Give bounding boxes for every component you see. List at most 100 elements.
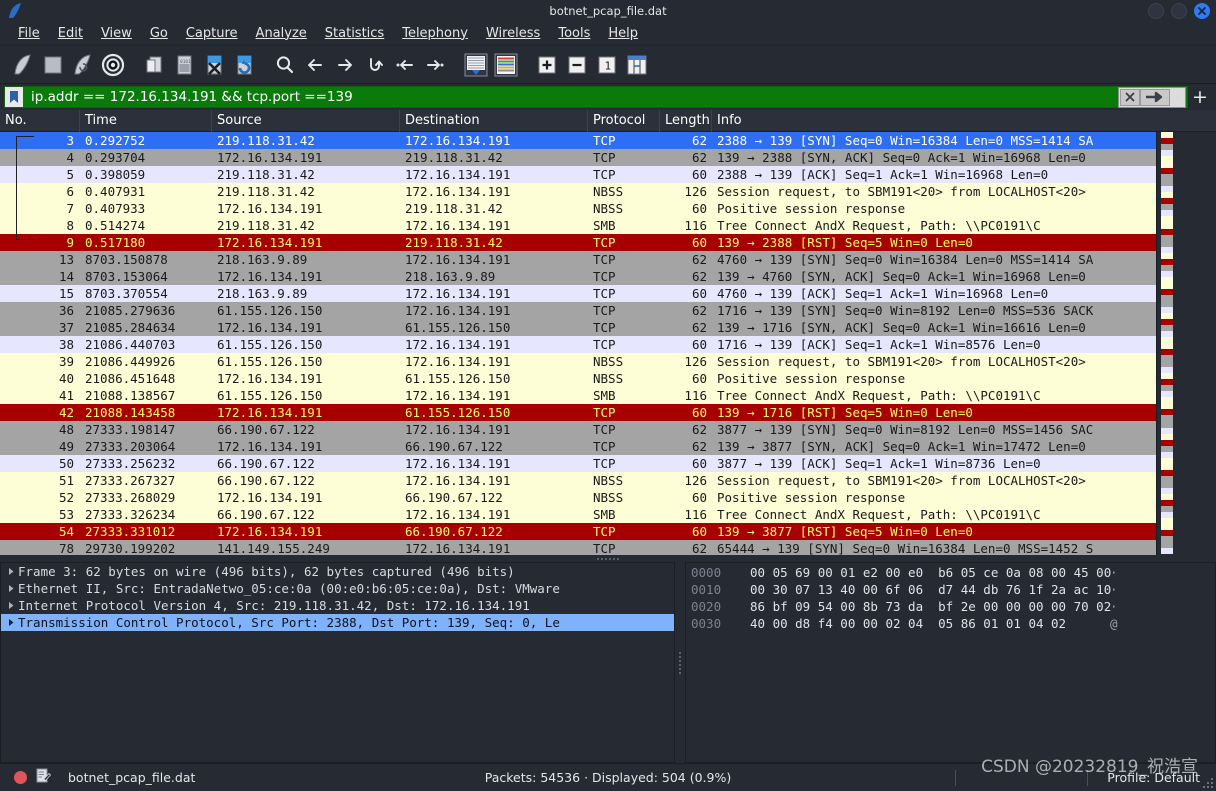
menu-wireless[interactable]: Wireless xyxy=(477,23,549,45)
packet-bytes-pane[interactable]: 0000 00 05 69 00 01 e2 00 e0 b6 05 ce 0a … xyxy=(685,562,1216,763)
table-row[interactable]: 53 27333.326234 66.190.67.122 172.16.134.19… xyxy=(0,506,1216,523)
status-profile[interactable]: Profile: Default xyxy=(1107,770,1200,785)
column-header-time[interactable]: Time xyxy=(80,110,212,132)
close-button[interactable] xyxy=(1194,3,1210,19)
start-capture-icon[interactable] xyxy=(8,50,38,80)
go-forward-icon[interactable] xyxy=(330,50,360,80)
colorize-packets-icon[interactable] xyxy=(491,50,521,80)
packet-list-rows[interactable]: 3 0.292752 219.118.31.42 172.16.134.191 TCP 6… xyxy=(0,132,1216,555)
column-header-length[interactable]: Length xyxy=(660,110,712,132)
minimize-button[interactable] xyxy=(1148,3,1164,19)
bookmark-icon[interactable] xyxy=(5,87,23,107)
hex-dump-row[interactable]: 0000 00 05 69 00 01 e2 00 e0 b6 05 ce 0a … xyxy=(686,564,1215,581)
find-packet-icon[interactable] xyxy=(270,50,300,80)
table-row[interactable]: 3 0.292752 219.118.31.42 172.16.134.191 TCP 6… xyxy=(0,132,1216,149)
zoom-out-icon[interactable] xyxy=(562,50,592,80)
table-row[interactable]: 52 27333.268029 172.16.134.191 66.190.67.12… xyxy=(0,489,1216,506)
menu-tools[interactable]: Tools xyxy=(549,23,599,45)
filter-history-chevron-icon[interactable] xyxy=(1170,89,1184,106)
menu-help[interactable]: Help xyxy=(599,23,647,45)
detail-tree-item[interactable]: Transmission Control Protocol, Src Port:… xyxy=(1,614,674,631)
cell-src: 172.16.134.191 xyxy=(217,405,323,420)
table-row[interactable]: 15 8703.370554 218.163.9.89 172.16.134.191 T… xyxy=(0,285,1216,302)
detail-tree-item[interactable]: Frame 3: 62 bytes on wire (496 bits), 62… xyxy=(1,563,674,580)
display-filter-input[interactable]: ip.addr == 172.16.134.191 && tcp.port ==… xyxy=(4,86,1188,108)
close-file-icon[interactable] xyxy=(199,50,229,80)
table-row[interactable]: 36 21085.279636 61.155.126.150 172.16.134.1… xyxy=(0,302,1216,319)
cell-proto: TCP xyxy=(593,456,616,471)
open-file-icon[interactable] xyxy=(139,50,169,80)
table-row[interactable]: 41 21088.138567 61.155.126.150 172.16.134.1… xyxy=(0,387,1216,404)
hex-dump-row[interactable]: 0010 00 30 07 13 40 00 6f 06 d7 44 db 76 … xyxy=(686,581,1215,598)
go-first-packet-icon[interactable] xyxy=(390,50,420,80)
table-row[interactable]: 9 0.517180 172.16.134.191 219.118.31.42 TCP 6… xyxy=(0,234,1216,251)
table-row[interactable]: 7 0.407933 172.16.134.191 219.118.31.42 NBSS… xyxy=(0,200,1216,217)
menu-file[interactable]: File xyxy=(9,23,49,45)
expand-triangle-icon[interactable] xyxy=(4,567,18,576)
display-filter-value[interactable]: ip.addr == 172.16.134.191 && tcp.port ==… xyxy=(23,89,1118,105)
save-file-icon[interactable]: 0101 xyxy=(169,50,199,80)
table-row[interactable]: 40 21086.451648 172.16.134.191 61.155.126.1… xyxy=(0,370,1216,387)
hex-dump-row[interactable]: 0030 40 00 d8 f4 00 00 02 04 05 86 01 01 … xyxy=(686,615,1215,632)
cell-info: 139 → 1716 [SYN, ACK] Seq=0 Ack=1 Win=16… xyxy=(717,320,1086,335)
resize-columns-icon[interactable] xyxy=(622,50,652,80)
packet-detail-pane[interactable]: Frame 3: 62 bytes on wire (496 bits), 62… xyxy=(0,562,675,763)
menu-go[interactable]: Go xyxy=(141,23,177,45)
zoom-in-icon[interactable] xyxy=(532,50,562,80)
table-row[interactable]: 49 27333.203064 172.16.134.191 66.190.67.12… xyxy=(0,438,1216,455)
expand-triangle-icon[interactable] xyxy=(4,584,18,593)
menu-statistics[interactable]: Statistics xyxy=(316,23,393,45)
vertical-splitter[interactable] xyxy=(675,562,685,763)
hex-dump-row[interactable]: 0020 86 bf 09 54 00 8b 73 da bf 2e 00 00 … xyxy=(686,598,1215,615)
go-to-packet-icon[interactable] xyxy=(360,50,390,80)
go-back-icon[interactable] xyxy=(300,50,330,80)
go-last-packet-icon[interactable] xyxy=(420,50,450,80)
restart-capture-icon[interactable] xyxy=(68,50,98,80)
cell-no: 14 xyxy=(58,269,74,284)
table-row[interactable]: 14 8703.153064 172.16.134.191 218.163.9.89 T… xyxy=(0,268,1216,285)
table-row[interactable]: 51 27333.267327 66.190.67.122 172.16.134.19… xyxy=(0,472,1216,489)
table-row[interactable]: 50 27333.256232 66.190.67.122 172.16.134.19… xyxy=(0,455,1216,472)
table-row[interactable]: 42 21088.143458 172.16.134.191 61.155.126.1… xyxy=(0,404,1216,421)
reload-file-icon[interactable] xyxy=(229,50,259,80)
expand-triangle-icon[interactable] xyxy=(4,601,18,610)
maximize-button[interactable] xyxy=(1171,3,1187,19)
horizontal-splitter[interactable] xyxy=(0,555,1216,562)
capture-options-icon[interactable] xyxy=(98,50,128,80)
intelligent-scrollbar[interactable] xyxy=(1156,132,1216,555)
column-header-destination[interactable]: Destination xyxy=(400,110,588,132)
table-row[interactable]: 48 27333.198147 66.190.67.122 172.16.134.19… xyxy=(0,421,1216,438)
cell-proto: TCP xyxy=(593,524,616,539)
apply-filter-arrow-icon[interactable] xyxy=(1140,88,1170,106)
column-header-source[interactable]: Source xyxy=(212,110,400,132)
clear-filter-icon[interactable] xyxy=(1120,88,1140,106)
detail-tree-item[interactable]: Internet Protocol Version 4, Src: 219.11… xyxy=(1,597,674,614)
column-header-info[interactable]: Info xyxy=(712,110,1216,132)
detail-tree-item[interactable]: Ethernet II, Src: EntradaNetwo_05:ce:0a … xyxy=(1,580,674,597)
table-row[interactable]: 78 29730.199202 141.149.155.249 172.16.134.… xyxy=(0,540,1216,555)
scrollbar-minimap[interactable] xyxy=(1161,132,1173,555)
table-row[interactable]: 6 0.407931 219.118.31.42 172.16.134.191 NBSS… xyxy=(0,183,1216,200)
resize-grip-icon[interactable] xyxy=(1202,777,1214,789)
column-header-protocol[interactable]: Protocol xyxy=(588,110,660,132)
zoom-reset-icon[interactable]: 1 xyxy=(592,50,622,80)
cell-info: 139 → 3877 [RST] Seq=5 Win=0 Len=0 xyxy=(717,524,973,539)
table-row[interactable]: 39 21086.449926 61.155.126.150 172.16.134.1… xyxy=(0,353,1216,370)
menu-analyze[interactable]: Analyze xyxy=(247,23,316,45)
expand-triangle-icon[interactable] xyxy=(4,618,18,627)
stop-capture-icon[interactable] xyxy=(38,50,68,80)
table-row[interactable]: 38 21086.440703 61.155.126.150 172.16.134.1… xyxy=(0,336,1216,353)
table-row[interactable]: 4 0.293704 172.16.134.191 219.118.31.42 TCP 6… xyxy=(0,149,1216,166)
add-filter-button-icon[interactable]: + xyxy=(1188,86,1212,108)
table-row[interactable]: 37 21085.284634 172.16.134.191 61.155.126.1… xyxy=(0,319,1216,336)
table-row[interactable]: 5 0.398059 219.118.31.42 172.16.134.191 TCP 6… xyxy=(0,166,1216,183)
menu-edit[interactable]: Edit xyxy=(49,23,92,45)
menu-telephony[interactable]: Telephony xyxy=(393,23,477,45)
menu-view[interactable]: View xyxy=(92,23,141,45)
menu-capture[interactable]: Capture xyxy=(177,23,247,45)
table-row[interactable]: 8 0.514274 219.118.31.42 172.16.134.191 SMB 1… xyxy=(0,217,1216,234)
table-row[interactable]: 13 8703.150878 218.163.9.89 172.16.134.191 T… xyxy=(0,251,1216,268)
auto-scroll-icon[interactable] xyxy=(461,50,491,80)
table-row[interactable]: 54 27333.331012 172.16.134.191 66.190.67.12… xyxy=(0,523,1216,540)
column-header-no[interactable]: No. xyxy=(0,110,80,132)
